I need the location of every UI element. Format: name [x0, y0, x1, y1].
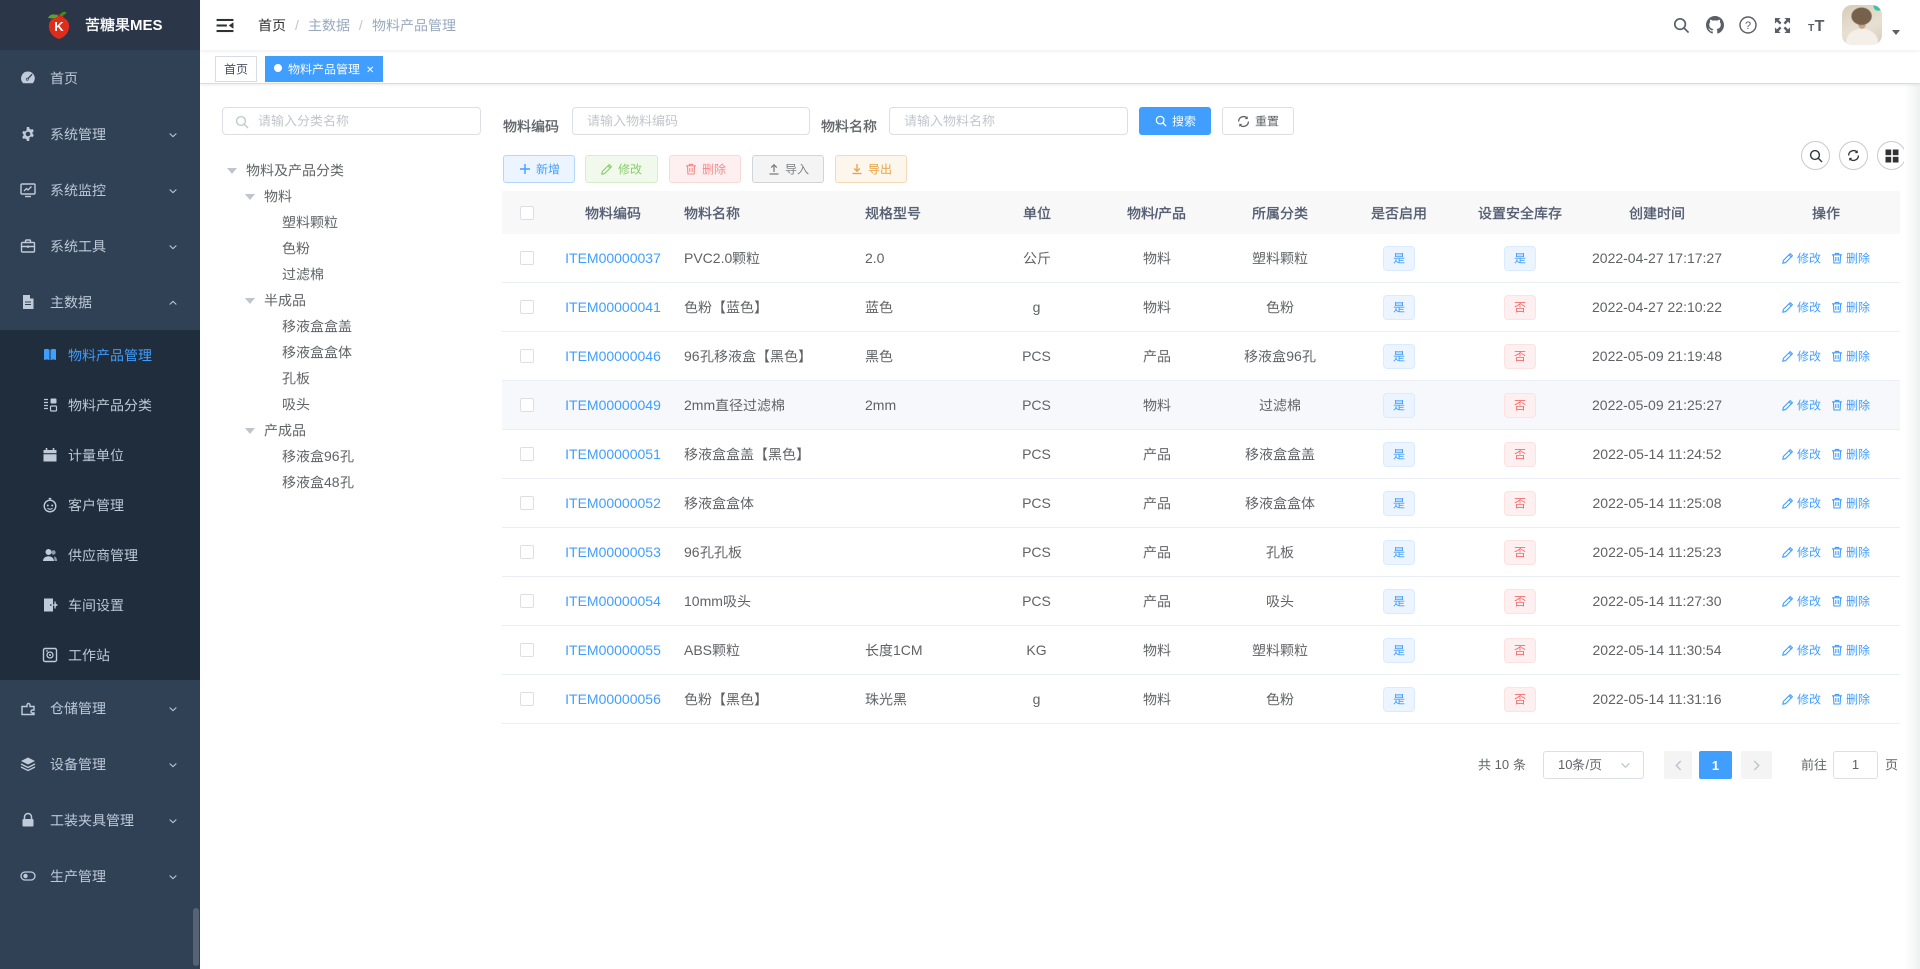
svg-text:T: T	[1814, 17, 1824, 34]
svg-text:?: ?	[1745, 20, 1751, 32]
svg-text:K: K	[54, 19, 64, 34]
